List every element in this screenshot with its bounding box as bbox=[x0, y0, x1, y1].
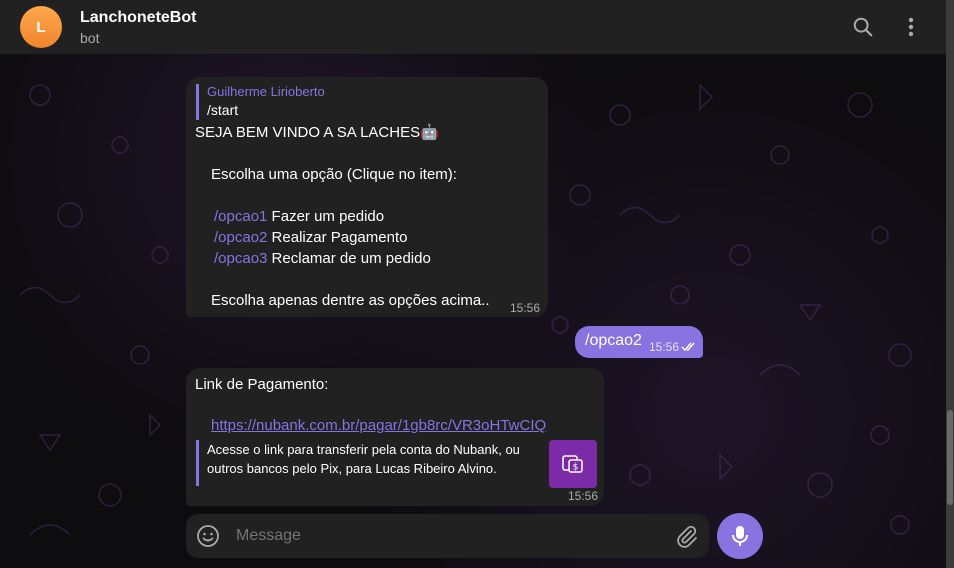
message-bubble-incoming[interactable]: Guilherme Lirioberto /start SEJA BEM VIN… bbox=[186, 77, 548, 317]
command-link[interactable]: /opcao1 bbox=[214, 208, 267, 225]
attach-button[interactable] bbox=[674, 524, 698, 548]
payment-link[interactable]: https://nubank.com.br/pagar/1gb8rc/VR3oH… bbox=[211, 416, 546, 436]
option-label: Reclamar de um pedido bbox=[267, 250, 431, 267]
reply-author: Guilherme Lirioberto bbox=[207, 84, 325, 99]
option-3: /opcao3 Reclamar de um pedido bbox=[214, 249, 431, 269]
message-bubble-outgoing[interactable]: /opcao2 15:56 bbox=[575, 326, 703, 358]
scrollbar-thumb[interactable] bbox=[947, 410, 953, 505]
emoji-icon bbox=[197, 525, 219, 547]
chat-title[interactable]: LanchoneteBot bbox=[80, 9, 196, 27]
link-preview[interactable]: Acesse o link para transferir pela conta… bbox=[196, 440, 597, 488]
welcome-text: SEJA BEM VINDO A SA LACHES🤖 bbox=[195, 124, 439, 141]
preview-description: Acesse o link para transferir pela conta… bbox=[207, 442, 520, 476]
message-time: 15:56 bbox=[649, 340, 680, 354]
option-label: Realizar Pagamento bbox=[267, 229, 408, 246]
microphone-icon bbox=[732, 526, 748, 546]
double-check-icon bbox=[681, 342, 695, 352]
message-bubble-incoming[interactable]: Link de Pagamento: https://nubank.com.br… bbox=[186, 368, 604, 506]
option-label: Fazer um pedido bbox=[267, 208, 385, 225]
command-link[interactable]: /opcao2 bbox=[214, 229, 267, 246]
option-1: /opcao1 Fazer um pedido bbox=[214, 207, 384, 227]
reply-text: /start bbox=[207, 102, 239, 118]
scrollbar[interactable] bbox=[946, 0, 954, 568]
message-time: 15:56 bbox=[510, 301, 541, 315]
search-button[interactable] bbox=[850, 14, 876, 40]
search-icon bbox=[853, 17, 873, 37]
command-link[interactable]: /opcao3 bbox=[214, 250, 267, 267]
svg-text:$: $ bbox=[573, 463, 579, 473]
chat-subtitle: bot bbox=[80, 30, 100, 46]
footer-text: Escolha apenas dentre as opções acima.. bbox=[211, 292, 490, 309]
chat-background: Guilherme Lirioberto /start SEJA BEM VIN… bbox=[0, 55, 946, 568]
reply-quote[interactable]: Guilherme Lirioberto /start bbox=[196, 84, 325, 120]
avatar[interactable]: L bbox=[20, 6, 62, 48]
more-options-button[interactable] bbox=[898, 14, 924, 40]
option-2: /opcao2 Realizar Pagamento bbox=[214, 228, 407, 248]
message-input[interactable] bbox=[236, 526, 656, 546]
more-vertical-icon bbox=[908, 17, 914, 37]
preview-thumbnail[interactable]: $ bbox=[549, 440, 597, 488]
voice-record-button[interactable] bbox=[717, 513, 763, 559]
paperclip-icon bbox=[677, 525, 697, 548]
payment-icon: $ bbox=[562, 455, 583, 473]
message-text: /opcao2 bbox=[585, 332, 642, 349]
message-composer bbox=[186, 514, 709, 558]
chat-header: L LanchoneteBot bot bbox=[0, 0, 946, 55]
prompt-text: Escolha uma opção (Clique no item): bbox=[211, 166, 457, 183]
emoji-button[interactable] bbox=[196, 524, 220, 548]
message-title: Link de Pagamento: bbox=[195, 376, 329, 393]
message-time: 15:56 bbox=[568, 489, 599, 503]
